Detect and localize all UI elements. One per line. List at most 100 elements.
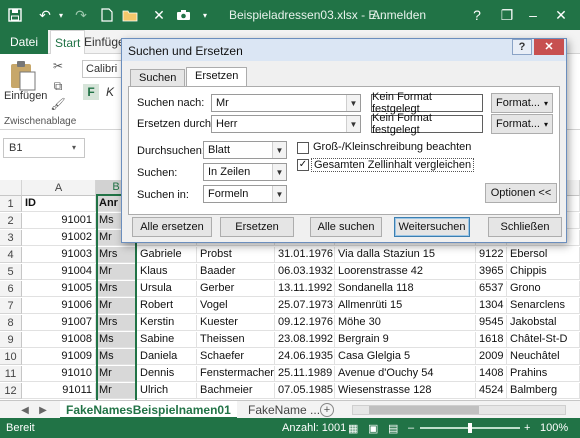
options-button[interactable]: Optionen << (485, 183, 557, 203)
tab-ersetzen[interactable]: Ersetzen (186, 67, 248, 87)
cell-b[interactable]: Mrs (96, 315, 137, 331)
row-header[interactable]: 3 (0, 230, 22, 246)
cell-h[interactable]: Grono (507, 281, 580, 297)
column-header-a[interactable]: A (22, 180, 96, 196)
cut-icon[interactable]: ✂ (50, 58, 66, 74)
cell-h[interactable]: Ebersol (507, 247, 580, 263)
cell-b[interactable]: Mr (96, 264, 137, 280)
row-header[interactable]: 2 (0, 213, 22, 229)
page-layout-icon[interactable]: ▣ (368, 422, 378, 435)
match-case-checkbox[interactable] (297, 142, 309, 154)
save-icon[interactable] (6, 6, 24, 24)
cell-a[interactable]: 91011 (22, 383, 96, 399)
cell-a[interactable]: 91010 (22, 366, 96, 382)
cell-h[interactable]: Prahins (507, 366, 580, 382)
cell-f[interactable]: Allmenrüti 15 (335, 298, 476, 314)
cell-h[interactable]: Senarclens (507, 298, 580, 314)
cell-g[interactable]: 1408 (476, 366, 507, 382)
cell-f[interactable]: Casa Glelgia 5 (335, 349, 476, 365)
cell-g[interactable]: 2009 (476, 349, 507, 365)
cell-e[interactable]: 09.12.1976 (275, 315, 335, 331)
close-workbook-icon[interactable]: ✕ (150, 6, 168, 24)
cell-g[interactable]: 1618 (476, 332, 507, 348)
cell-b[interactable]: Mr (96, 383, 137, 399)
cell-g[interactable]: 1304 (476, 298, 507, 314)
cell-f[interactable]: Sondanella 118 (335, 281, 476, 297)
cell-c[interactable]: Klaus (137, 264, 197, 280)
cell-e[interactable]: 25.11.1989 (275, 366, 335, 382)
cell-d[interactable]: Bachmeier (197, 383, 275, 399)
bold-button[interactable]: F (83, 84, 99, 100)
undo-dropdown-icon[interactable]: ▾ (56, 6, 66, 24)
scrollbar-thumb[interactable] (369, 406, 479, 414)
cell-b[interactable]: Ms (96, 332, 137, 348)
cell-a[interactable]: 91004 (22, 264, 96, 280)
sheet-next-icon[interactable]: ▶ (36, 403, 50, 417)
row-header[interactable]: 6 (0, 281, 22, 297)
row-header[interactable]: 11 (0, 366, 22, 382)
cell-a[interactable]: 91006 (22, 298, 96, 314)
new-file-icon[interactable] (98, 6, 116, 24)
match-case-label[interactable]: Groß-/Kleinschreibung beachten (313, 141, 471, 153)
cell-b[interactable]: Mrs (96, 247, 137, 263)
cell-f[interactable]: Loorenstrasse 42 (335, 264, 476, 280)
paste-label[interactable]: Einfügen (4, 90, 47, 102)
tab-datei[interactable]: Datei (0, 30, 48, 54)
cell-f[interactable]: Bergrain 9 (335, 332, 476, 348)
help-icon[interactable]: ? (462, 4, 492, 26)
zoom-slider-thumb[interactable] (468, 423, 472, 433)
cell-a[interactable]: 91007 (22, 315, 96, 331)
search-input[interactable]: Mr ▼ (211, 94, 361, 112)
cell-e[interactable]: 07.05.1985 (275, 383, 335, 399)
search-history-dropdown-icon[interactable]: ▼ (346, 95, 360, 111)
camera-icon[interactable] (174, 6, 192, 24)
match-entire-label[interactable]: Gesamten Zellinhalt vergleichen (311, 158, 475, 172)
cell-e[interactable]: 25.07.1973 (275, 298, 335, 314)
cell-h[interactable]: Balmberg (507, 383, 580, 399)
row-header[interactable]: 9 (0, 332, 22, 348)
cell-g[interactable]: 6537 (476, 281, 507, 297)
cell-a[interactable]: 91005 (22, 281, 96, 297)
add-sheet-icon[interactable]: + (320, 403, 334, 417)
replace-format-button[interactable]: Format... ▾ (491, 114, 553, 134)
match-entire-checkbox[interactable]: ✓ (297, 159, 309, 171)
cell-a[interactable]: 91008 (22, 332, 96, 348)
cell-c[interactable]: Sabine (137, 332, 197, 348)
page-break-icon[interactable]: ▤ (388, 422, 398, 435)
dialog-close-button[interactable]: Schließen (488, 217, 562, 237)
cell-c[interactable]: Ulrich (137, 383, 197, 399)
cell-h[interactable]: Châtel-St-D (507, 332, 580, 348)
row-header[interactable]: 8 (0, 315, 22, 331)
sheet-tab-other[interactable]: FakeName ... (242, 401, 326, 419)
replace-button[interactable]: Ersetzen (220, 217, 294, 237)
cell-h[interactable]: Chippis (507, 264, 580, 280)
cell-b[interactable]: Mr (96, 298, 137, 314)
cell-c[interactable]: Ursula (137, 281, 197, 297)
search-order-select[interactable]: In Zeilen ▼ (203, 163, 287, 181)
tab-suchen[interactable]: Suchen (130, 69, 186, 87)
cell-b[interactable]: Mrs (96, 281, 137, 297)
row-header[interactable]: 10 (0, 349, 22, 365)
cell-d[interactable]: Baader (197, 264, 275, 280)
cell-d[interactable]: Fenstermacher (197, 366, 275, 382)
within-select[interactable]: Blatt ▼ (203, 141, 287, 159)
customize-toolbar-icon[interactable]: ▾ (200, 6, 210, 24)
cell-b[interactable]: Mr (96, 366, 137, 382)
find-all-button[interactable]: Alle suchen (310, 217, 382, 237)
cell-f[interactable]: Möhe 30 (335, 315, 476, 331)
cell-g[interactable]: 9122 (476, 247, 507, 263)
replace-history-dropdown-icon[interactable]: ▼ (346, 116, 360, 132)
horizontal-scrollbar[interactable] (352, 405, 566, 415)
cell-c[interactable]: Dennis (137, 366, 197, 382)
dialog-close-icon[interactable]: ✕ (534, 39, 564, 55)
cell-e[interactable]: 31.01.1976 (275, 247, 335, 263)
font-name-select[interactable]: Calibri (82, 60, 122, 78)
undo-icon[interactable]: ↶ (36, 6, 54, 24)
row-header[interactable]: 12 (0, 383, 22, 399)
cell-d[interactable]: Schaefer (197, 349, 275, 365)
row-header[interactable]: 1 (0, 196, 22, 212)
cell-h[interactable]: Jakobstal (507, 315, 580, 331)
dialog-help-icon[interactable]: ? (512, 39, 532, 55)
cell-a[interactable]: 91001 (22, 213, 96, 229)
cell-d[interactable]: Vogel (197, 298, 275, 314)
